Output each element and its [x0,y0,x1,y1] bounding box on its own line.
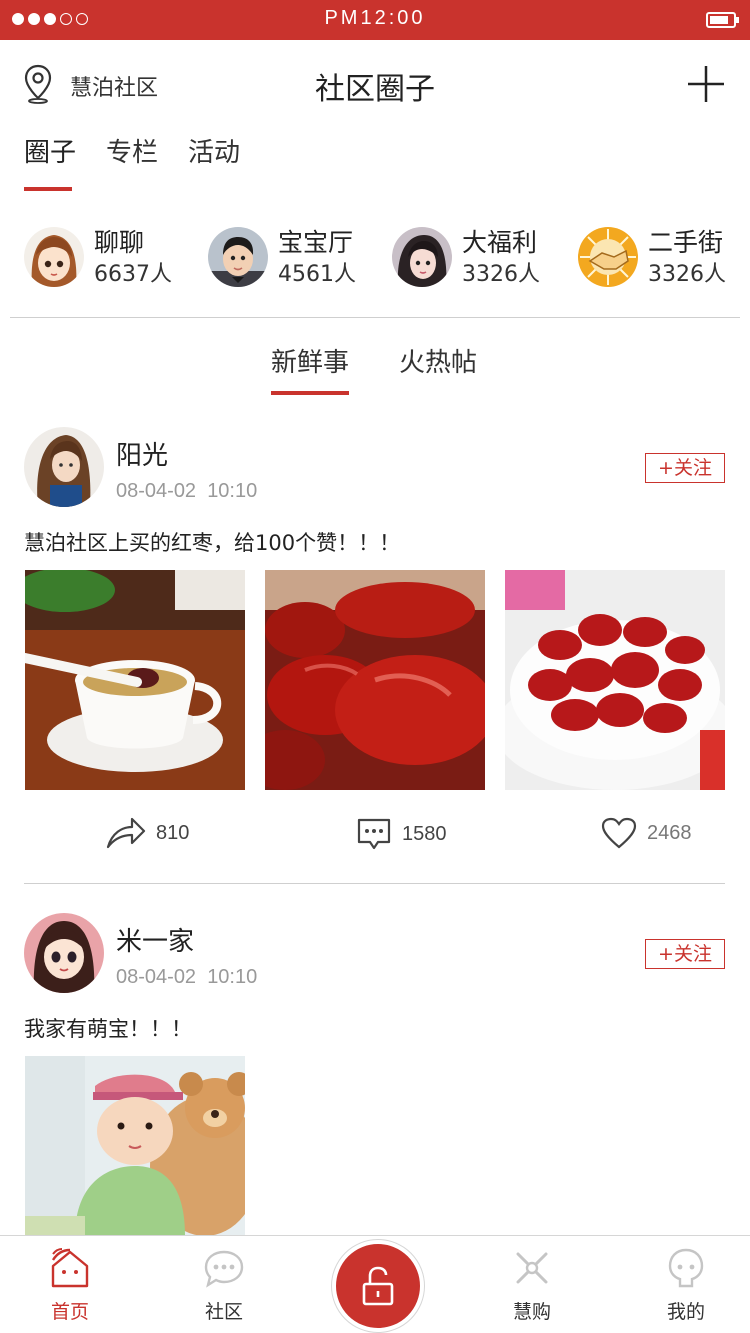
circle-member-count: 6637人 [94,262,172,287]
red-dates-closeup-photo[interactable] [265,570,485,790]
profile-icon [668,1248,704,1288]
home-icon [51,1248,89,1288]
feed-tabs: 新鲜事 火热帖 [0,342,750,398]
section-divider [10,317,740,318]
tab-label: 慧购 [512,1301,551,1323]
girl-avatar [392,227,452,287]
username[interactable]: 阳光 [116,435,168,472]
battery-level [710,16,728,24]
avatar[interactable] [24,913,104,993]
post-date-day: 08-04-02 [116,966,197,988]
comment-icon [357,818,391,850]
baby-avatar [208,227,268,287]
post-date-time: 10:10 [207,480,258,502]
tab-columns[interactable]: 专栏 [106,132,158,187]
cartoon-girl-avatar [24,227,84,287]
tab-activities[interactable]: 活动 [188,132,240,187]
circle-name: 大福利 [462,228,538,257]
tab-label: 首页 [50,1301,89,1323]
status-bar: PM12:00 [0,0,750,40]
circle-member-count: 3326人 [462,262,540,287]
unlock-icon [362,1266,394,1306]
like-count: 2468 [647,821,692,844]
comment-action[interactable]: 1580 [356,817,447,851]
status-time: PM12:00 [324,7,426,29]
avatar[interactable] [24,427,104,507]
red-dates-bowl-photo[interactable] [505,570,725,790]
location-label[interactable]: 慧泊社区 [70,70,158,102]
post-date: 08-04-02 10:10 [116,966,257,989]
post-date-time: 10:10 [207,966,258,988]
post-divider [24,883,725,884]
tab-circles[interactable]: 圈子 [24,132,76,191]
follow-button[interactable]: +关注 [645,939,725,969]
tab-latest[interactable]: 新鲜事 [271,342,350,395]
comment-count: 1580 [402,822,447,845]
post-date: 08-04-02 10:10 [116,480,257,503]
circle-member-count: 3326人 [648,262,726,287]
plus-icon[interactable] [688,66,724,102]
follow-button[interactable]: +关注 [645,453,725,483]
unlock-button[interactable] [332,1240,424,1332]
username[interactable]: 米一家 [116,921,194,958]
baby-with-teddy-photo[interactable] [25,1056,245,1236]
like-action[interactable]: 2468 [601,817,692,849]
circle-name: 聊聊 [94,228,145,257]
share-action[interactable]: 810 [106,817,189,849]
battery-icon [706,12,739,28]
post-text: 慧泊社区上买的红枣，给100个赞！！！ [24,531,401,555]
share-icon [106,817,146,849]
red-date-soup-photo[interactable] [25,570,245,790]
circles-row: 聊聊 6637人 宝宝厅 4561人 大福利 3326人 二手街 3326人 [24,225,734,289]
location-pin-icon[interactable] [24,64,52,104]
circle-name: 二手街 [648,228,724,257]
circle-name: 宝宝厅 [278,228,354,257]
post-date-day: 08-04-02 [116,480,197,502]
top-header: 慧泊社区 社区圈子 [0,40,750,130]
heart-icon [601,817,637,849]
share-count: 810 [156,821,190,844]
top-tabs: 圈子 专栏 活动 [24,132,240,191]
tab-hot[interactable]: 火热帖 [399,342,477,379]
shop-icon [516,1252,548,1284]
chat-bubble-icon [204,1250,244,1288]
post-text: 我家有萌宝！！！ [24,1017,192,1041]
tab-label: 我的 [666,1301,705,1323]
handshake-avatar [578,227,638,287]
circle-member-count: 4561人 [278,262,356,287]
tab-label: 社区 [204,1301,243,1323]
